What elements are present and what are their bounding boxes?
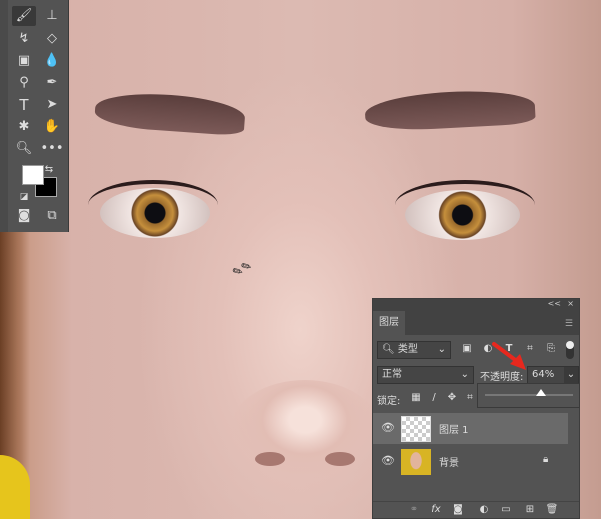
lock-image-pixels-icon[interactable]: / (427, 392, 441, 403)
lock-label: 锁定: (377, 396, 401, 407)
lock-artboard-icon[interactable]: ⌗ (463, 392, 477, 403)
brush-cursor-icon: ✎✎ (229, 257, 255, 281)
quick-mask-icon[interactable]: ◙ (12, 206, 36, 226)
path-select-tool-icon[interactable]: ➤ (40, 95, 64, 115)
opacity-input[interactable]: 64% ⌄ (527, 366, 579, 384)
delete-layer-icon[interactable]: 🗑︎ (545, 504, 559, 515)
shape-tool-icon[interactable]: ✱ (12, 117, 36, 137)
filter-toggle[interactable] (566, 341, 574, 359)
opacity-dropdown-button[interactable]: ⌄ (564, 367, 578, 383)
brush-tool-icon[interactable]: 🖌 (12, 6, 36, 26)
filter-kind-value: 类型 (397, 344, 418, 355)
nostril (325, 452, 355, 466)
stamp-tool-icon[interactable]: ⊥ (40, 6, 64, 26)
link-layers-icon[interactable]: ⚭ (407, 504, 421, 515)
opacity-value: 64% (532, 369, 555, 380)
add-mask-icon[interactable]: ◙ (451, 504, 465, 515)
red-arrow-annotation (492, 342, 526, 370)
layer-name[interactable]: 图层 1 (439, 421, 469, 436)
adjustment-layer-icon[interactable]: ◐ (477, 504, 491, 515)
blur-tool-icon[interactable]: 💧 (40, 51, 64, 71)
smart-object-filter-icon[interactable]: ⎘ (544, 343, 558, 354)
nose (230, 380, 380, 480)
new-layer-icon[interactable]: ⊞ (523, 504, 537, 515)
opacity-slider-track[interactable] (485, 394, 573, 396)
layer-thumbnail (401, 449, 431, 475)
pixel-filter-icon[interactable]: ▣ (460, 343, 474, 354)
visibility-eye-icon[interactable]: 👁︎ (381, 421, 395, 434)
lock-icon: 🔒︎ (543, 454, 549, 465)
tools-panel: 🖌 ⊥ ↯ ◇ ▣ 💧 ⚲ ✒ T ➤ ✱ ✋ 🔍︎ ••• ⇆ ◪ ◙ ⧉ (8, 0, 69, 232)
zoom-tool-icon[interactable]: 🔍︎ (12, 139, 36, 159)
chevron-down-icon: ⌄ (460, 369, 469, 380)
right-eyelid (395, 180, 535, 230)
close-panel-button[interactable]: × (567, 299, 574, 308)
left-eyebrow (93, 89, 247, 137)
layer-row-background[interactable]: 👁︎ 背景 🔒︎ (373, 446, 568, 477)
gradient-tool-icon[interactable]: ▣ (12, 51, 36, 71)
chevron-down-icon: ⌄ (437, 344, 446, 355)
filter-kind-select[interactable]: 🔍︎ 类型 ⌄ (377, 341, 451, 359)
nostril (255, 452, 285, 466)
foreground-color-swatch[interactable] (22, 165, 44, 185)
layer-thumbnail (401, 416, 431, 442)
layer-row-layer1[interactable]: 👁︎ 图层 1 (373, 413, 568, 444)
fx-icon[interactable]: fx (429, 504, 443, 515)
new-group-icon[interactable]: ▭ (499, 504, 513, 515)
collapse-panel-button[interactable]: << (548, 299, 561, 308)
left-eyelid (88, 180, 218, 230)
more-tools-icon[interactable]: ••• (40, 139, 64, 159)
hand-tool-icon[interactable]: ✋ (40, 117, 64, 137)
panel-menu-icon[interactable]: ☰ (565, 319, 573, 329)
swap-colors-icon[interactable]: ⇆ (42, 160, 56, 180)
ruler (0, 0, 8, 232)
eraser-tool-icon[interactable]: ◇ (40, 29, 64, 49)
blend-mode-select[interactable]: 正常 ⌄ (377, 366, 474, 384)
lock-transparent-pixels-icon[interactable]: ▦ (409, 392, 423, 403)
screen-mode-icon[interactable]: ⧉ (40, 206, 64, 226)
type-tool-icon[interactable]: T (12, 95, 36, 115)
history-brush-tool-icon[interactable]: ↯ (12, 29, 36, 49)
tab-layers[interactable]: 图层 (373, 311, 405, 335)
pen-tool-icon[interactable]: ✒ (40, 73, 64, 93)
visibility-eye-icon[interactable]: 👁︎ (381, 454, 395, 467)
right-eyebrow (364, 87, 536, 133)
dodge-tool-icon[interactable]: ⚲ (12, 73, 36, 93)
blend-mode-value: 正常 (382, 369, 402, 380)
opacity-slider-popup (477, 383, 580, 408)
default-colors-icon[interactable]: ◪ (18, 187, 30, 207)
layer-name[interactable]: 背景 (439, 454, 459, 469)
lock-position-icon[interactable]: ✥ (445, 392, 459, 403)
opacity-slider-knob[interactable] (536, 389, 547, 396)
layers-panel: << × 图层 ☰ 🔍︎ 类型 ⌄ ▣ ◐ T ⌗ ⎘ 正常 ⌄ 不透明度: 64%… (372, 298, 580, 519)
